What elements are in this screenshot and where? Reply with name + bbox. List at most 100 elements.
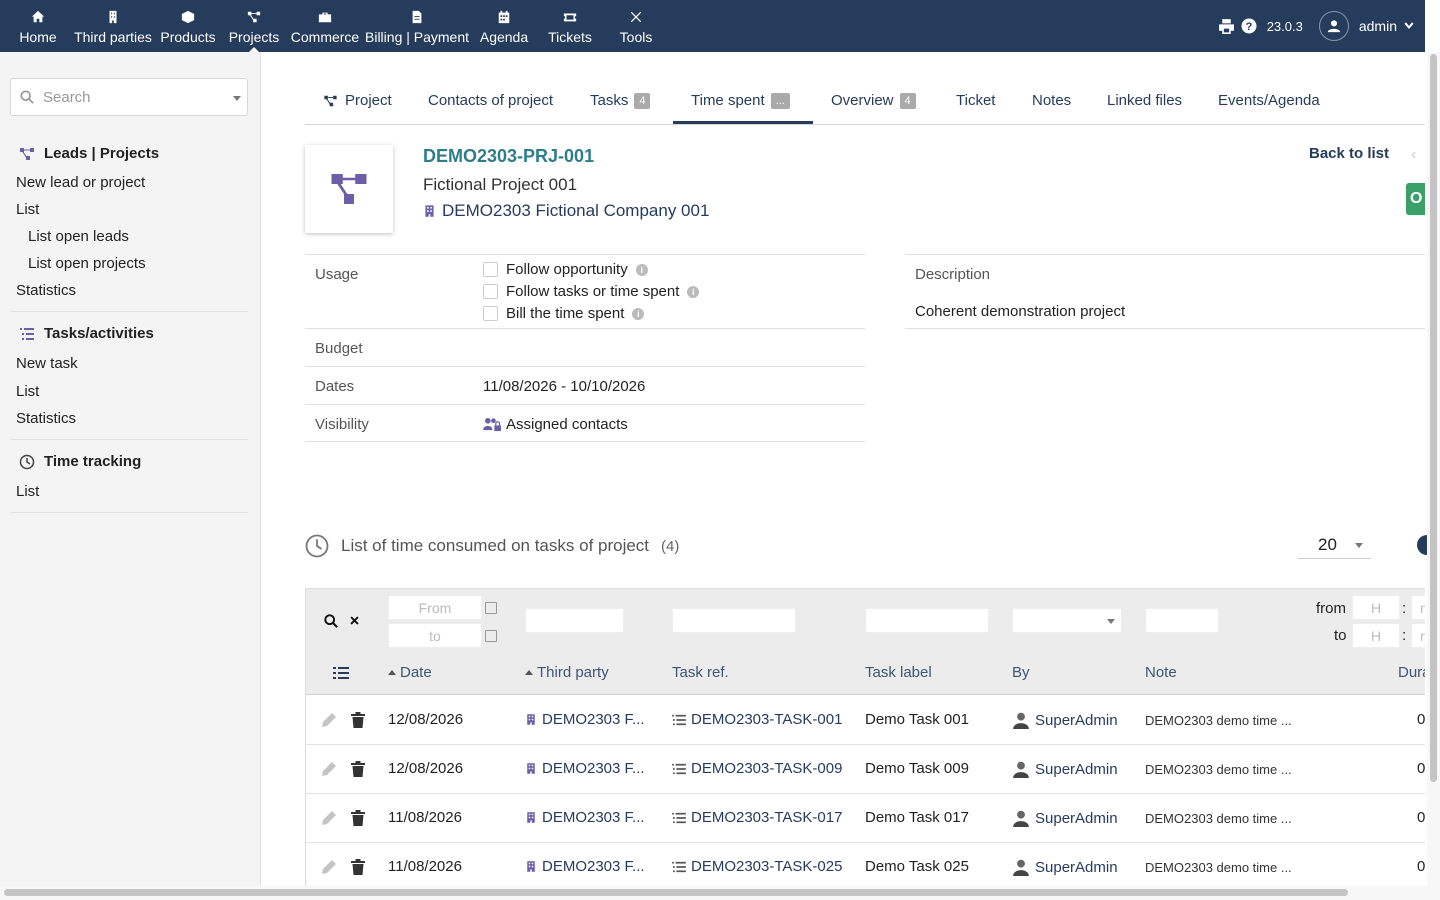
tab-events-agenda[interactable]: Events/Agenda: [1218, 92, 1320, 109]
nav-third-parties[interactable]: Third parties: [74, 0, 152, 52]
vertical-scroll-thumb[interactable]: [1430, 54, 1437, 782]
description-label: Description: [915, 266, 991, 283]
user-avatar[interactable]: [1318, 11, 1349, 41]
vertical-scrollbar[interactable]: [1427, 52, 1440, 886]
edit-pencil-icon[interactable]: [321, 712, 337, 728]
usage-follow-opportunity[interactable]: Follow opportunity i: [483, 261, 648, 278]
row-third-party-link[interactable]: DEMO2303 F...: [525, 809, 645, 826]
tab-tasks-badge: 4: [634, 92, 651, 109]
filter-third-party[interactable]: [525, 608, 624, 633]
delete-trash-icon[interactable]: [351, 712, 365, 728]
usage-bill-time[interactable]: Bill the time spent i: [483, 305, 645, 322]
column-date[interactable]: Date: [388, 664, 432, 681]
tab-notes[interactable]: Notes: [1032, 92, 1071, 109]
nav-agenda-label: Agenda: [479, 29, 529, 45]
filter-task-label[interactable]: [865, 608, 989, 633]
chevron-down-icon[interactable]: [1403, 20, 1415, 32]
previous-record-icon[interactable]: ‹: [1411, 146, 1416, 164]
row-task-ref-link[interactable]: DEMO2303-TASK-009: [672, 760, 842, 777]
row-third-party-link[interactable]: DEMO2303 F...: [525, 760, 645, 777]
nav-home[interactable]: Home: [19, 0, 57, 52]
filter-date-from[interactable]: From: [388, 595, 482, 620]
row-user-link[interactable]: SuperAdmin: [1012, 809, 1118, 827]
sidebar-link-leads-list[interactable]: List: [16, 201, 39, 218]
usage-follow-tasks[interactable]: Follow tasks or time spent i: [483, 283, 700, 300]
filter-note[interactable]: [1145, 608, 1219, 633]
nav-commerce[interactable]: Commerce: [291, 0, 359, 52]
tab-linked-files[interactable]: Linked files: [1107, 92, 1182, 109]
search-icon[interactable]: [324, 614, 338, 628]
tab-tasks[interactable]: Tasks 4: [590, 92, 651, 109]
calendar-icon[interactable]: [485, 602, 497, 614]
row-user-link[interactable]: SuperAdmin: [1012, 711, 1118, 729]
row-task-ref-link[interactable]: DEMO2303-TASK-001: [672, 711, 842, 728]
search-dropdown-caret[interactable]: [233, 96, 241, 101]
tab-project[interactable]: Project: [322, 92, 392, 109]
sidebar-time-title[interactable]: Time tracking: [18, 453, 141, 470]
user-name[interactable]: admin: [1359, 18, 1397, 34]
sidebar-link-time-list[interactable]: List: [16, 483, 39, 500]
delete-trash-icon[interactable]: [351, 859, 365, 875]
column-task-ref[interactable]: Task ref.: [672, 664, 729, 681]
sidebar-link-new-lead[interactable]: New lead or project: [16, 174, 145, 191]
nav-agenda[interactable]: Agenda: [479, 0, 529, 52]
tab-time-spent[interactable]: Time spent ...: [691, 92, 790, 109]
checkbox-bill-time[interactable]: [483, 306, 498, 321]
sidebar-link-tasks-statistics[interactable]: Statistics: [16, 410, 76, 427]
column-task-label-label: Task label: [865, 664, 932, 681]
per-page-select[interactable]: 20: [1298, 530, 1371, 559]
column-note[interactable]: Note: [1145, 664, 1177, 681]
sidebar-search[interactable]: Search: [10, 78, 248, 116]
clear-filter-icon[interactable]: [349, 615, 360, 626]
duration-from-minutes[interactable]: m: [1411, 595, 1425, 620]
column-task-label[interactable]: Task label: [865, 664, 932, 681]
column-select-icon[interactable]: [333, 666, 349, 680]
back-to-list-link[interactable]: Back to list: [1309, 145, 1389, 162]
sidebar-link-tasks-list[interactable]: List: [16, 383, 39, 400]
project-company-link[interactable]: DEMO2303 Fictional Company 001: [423, 201, 709, 221]
nav-products[interactable]: Products: [160, 0, 216, 52]
duration-to-minutes[interactable]: m: [1411, 623, 1425, 648]
edit-pencil-icon[interactable]: [321, 810, 337, 826]
tab-overview[interactable]: Overview 4: [831, 92, 916, 109]
edit-pencil-icon[interactable]: [321, 859, 337, 875]
nav-projects[interactable]: Projects: [229, 0, 279, 53]
sidebar-link-new-task[interactable]: New task: [16, 355, 78, 372]
row-third-party-link[interactable]: DEMO2303 F...: [525, 858, 645, 875]
checkbox-follow-opportunity[interactable]: [483, 262, 498, 277]
row-task-ref-link[interactable]: DEMO2303-TASK-025: [672, 858, 842, 875]
sidebar-leads-title[interactable]: Leads | Projects: [18, 145, 159, 162]
filter-by-select[interactable]: [1012, 608, 1122, 633]
row-user-link[interactable]: SuperAdmin: [1012, 760, 1118, 778]
column-third-party[interactable]: Third party: [525, 664, 609, 681]
sidebar-link-open-projects[interactable]: List open projects: [28, 255, 146, 272]
help-icon[interactable]: ?: [1241, 18, 1257, 34]
filter-date-to[interactable]: to: [388, 623, 482, 648]
duration-from-hours[interactable]: H: [1352, 595, 1400, 620]
horizontal-scroll-thumb[interactable]: [4, 889, 1348, 896]
checkbox-follow-tasks[interactable]: [483, 284, 498, 299]
tab-contacts[interactable]: Contacts of project: [428, 92, 553, 109]
filter-task-ref[interactable]: [672, 608, 796, 633]
column-duration[interactable]: Dura: [1398, 664, 1425, 681]
duration-to-hours[interactable]: H: [1352, 623, 1400, 648]
row-third-party-link[interactable]: DEMO2303 F...: [525, 711, 645, 728]
sidebar-tasks-title[interactable]: Tasks/activities: [18, 325, 154, 342]
sidebar-link-leads-statistics[interactable]: Statistics: [16, 282, 76, 299]
edit-pencil-icon[interactable]: [321, 761, 337, 777]
column-by[interactable]: By: [1012, 664, 1030, 681]
horizontal-scrollbar[interactable]: [0, 886, 1440, 900]
tab-ticket[interactable]: Ticket: [956, 92, 995, 109]
nav-tickets[interactable]: Tickets: [548, 0, 592, 52]
delete-trash-icon[interactable]: [351, 810, 365, 826]
nav-billing[interactable]: Billing | Payment: [365, 0, 469, 52]
row-user-link[interactable]: SuperAdmin: [1012, 858, 1118, 876]
table-row: 11/08/2026 DEMO2303 F... DEMO2303-TASK-0…: [306, 843, 1425, 886]
nav-tools[interactable]: Tools: [618, 0, 654, 52]
row-task-ref-link[interactable]: DEMO2303-TASK-017: [672, 809, 842, 826]
sidebar-link-open-leads[interactable]: List open leads: [28, 228, 129, 245]
delete-trash-icon[interactable]: [351, 761, 365, 777]
calendar-icon[interactable]: [485, 630, 497, 642]
status-open-button[interactable]: O: [1406, 183, 1425, 215]
print-icon[interactable]: [1218, 18, 1235, 35]
